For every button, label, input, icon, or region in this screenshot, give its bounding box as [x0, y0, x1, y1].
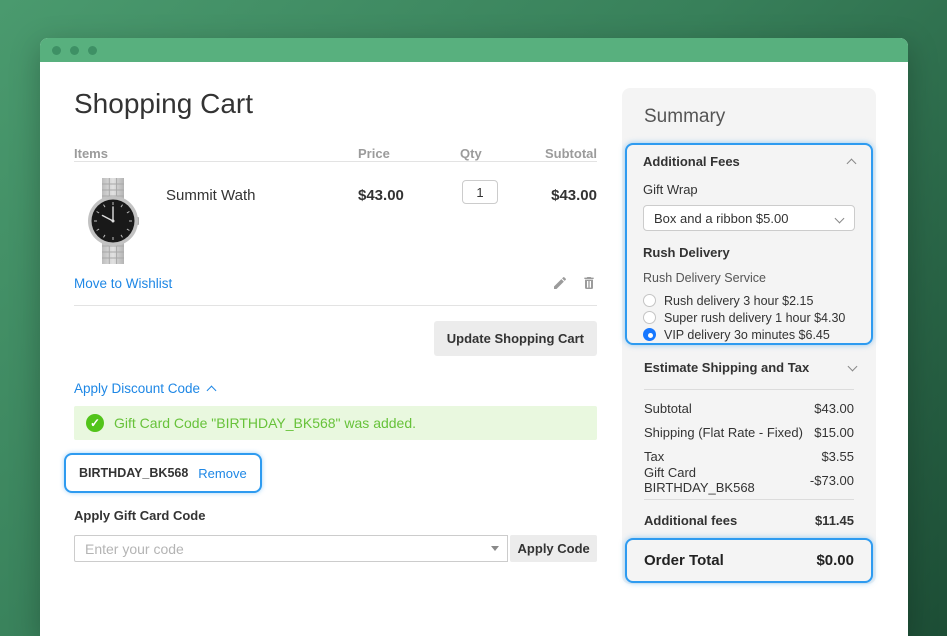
total-label: Tax — [644, 449, 664, 464]
column-qty: Qty — [460, 146, 482, 161]
radio-icon[interactable] — [643, 328, 656, 341]
gift-card-code: BIRTHDAY_BK568 — [79, 466, 188, 480]
apply-discount-code-link[interactable]: Apply Discount Code — [74, 381, 200, 396]
rush-option-3-label: VIP delivery 3o minutes $6.45 — [664, 328, 830, 342]
collapse-chevron-up-icon[interactable] — [847, 159, 857, 169]
product-image-watch — [86, 177, 140, 265]
page-title: Shopping Cart — [74, 88, 597, 120]
additional-fees-total-label: Additional fees — [644, 513, 737, 528]
rush-delivery-options: Rush delivery 3 hour $2.15 Super rush de… — [643, 292, 855, 343]
chevron-up-icon[interactable] — [207, 385, 217, 395]
gift-card-chip: BIRTHDAY_BK568 Remove — [64, 453, 262, 493]
radio-icon[interactable] — [643, 311, 656, 324]
gift-wrap-select[interactable]: Box and a ribbon $5.00 — [643, 205, 855, 231]
apply-discount-row: Apply Discount Code — [74, 380, 597, 396]
gift-wrap-selected-value: Box and a ribbon $5.00 — [654, 211, 788, 226]
window-maximize-icon[interactable] — [88, 46, 97, 55]
total-row-subtotal: Subtotal $43.00 — [644, 396, 854, 420]
total-value: -$73.00 — [810, 473, 854, 488]
success-message-banner: ✓ Gift Card Code "BIRTHDAY_BK568" was ad… — [74, 406, 597, 440]
additional-fees-title: Additional Fees — [643, 154, 740, 169]
gift-card-code-input[interactable] — [74, 535, 508, 562]
totals-list: Subtotal $43.00 Shipping (Flat Rate - Fi… — [644, 396, 854, 492]
rush-option-3[interactable]: VIP delivery 3o minutes $6.45 — [643, 326, 855, 343]
total-label: Subtotal — [644, 401, 692, 416]
order-total-label: Order Total — [644, 552, 724, 569]
rush-option-1-label: Rush delivery 3 hour $2.15 — [664, 294, 813, 308]
total-value: $43.00 — [814, 401, 854, 416]
cart-table-header: Items Price Qty Subtotal — [74, 146, 597, 162]
quantity-input[interactable] — [462, 180, 498, 204]
order-total-section: Order Total $0.00 — [625, 538, 873, 583]
column-subtotal: Subtotal — [545, 146, 597, 161]
rush-option-1[interactable]: Rush delivery 3 hour $2.15 — [643, 292, 855, 309]
summary-title: Summary — [644, 106, 725, 128]
move-to-wishlist-link[interactable]: Move to Wishlist — [74, 276, 172, 291]
item-action-icons — [552, 275, 597, 291]
delete-trash-icon[interactable] — [581, 275, 597, 291]
remove-gift-card-link[interactable]: Remove — [198, 466, 246, 481]
rush-delivery-title: Rush Delivery — [643, 245, 855, 260]
summary-divider — [644, 499, 854, 500]
window-titlebar — [40, 38, 908, 62]
gift-card-input-row: Apply Code — [74, 535, 597, 562]
item-subtotal: $43.00 — [551, 187, 597, 204]
select-chevron-down-icon — [835, 214, 845, 224]
total-row-gift-card: Gift Card BIRTHDAY_BK568 -$73.00 — [644, 468, 854, 492]
total-label: Shipping (Flat Rate - Fixed) — [644, 425, 803, 440]
product-name: Summit Wath — [166, 187, 255, 204]
gift-card-form-label: Apply Gift Card Code — [74, 508, 597, 523]
app-window: Shopping Cart Items Price Qty Subtotal — [40, 38, 908, 636]
cart-main: Shopping Cart Items Price Qty Subtotal — [74, 62, 597, 562]
additional-fees-total-value: $11.45 — [815, 513, 854, 528]
success-check-icon: ✓ — [86, 414, 104, 432]
window-minimize-icon[interactable] — [70, 46, 79, 55]
success-message-text: Gift Card Code "BIRTHDAY_BK568" was adde… — [114, 415, 416, 431]
gift-wrap-label: Gift Wrap — [643, 182, 855, 197]
column-items: Items — [74, 146, 108, 161]
apply-code-button[interactable]: Apply Code — [510, 535, 597, 562]
rush-option-2[interactable]: Super rush delivery 1 hour $4.30 — [643, 309, 855, 326]
column-price: Price — [358, 146, 390, 161]
total-label: Gift Card BIRTHDAY_BK568 — [644, 465, 810, 495]
dropdown-caret-icon[interactable] — [491, 546, 499, 551]
additional-fees-section: Additional Fees Gift Wrap Box and a ribb… — [625, 143, 873, 345]
update-shopping-cart-button[interactable]: Update Shopping Cart — [434, 321, 597, 356]
item-price: $43.00 — [358, 187, 404, 204]
total-value: $3.55 — [821, 449, 854, 464]
expand-chevron-down-icon[interactable] — [848, 362, 858, 372]
estimate-shipping-header[interactable]: Estimate Shipping and Tax — [644, 360, 856, 375]
edit-pencil-icon[interactable] — [552, 275, 568, 291]
additional-fees-total-row: Additional fees $11.45 — [644, 508, 854, 532]
item-actions-row: Move to Wishlist — [74, 275, 597, 291]
summary-panel: Summary Additional Fees Gift Wrap Box an… — [622, 88, 876, 584]
order-total-value: $0.00 — [816, 552, 854, 569]
update-cart-row: Update Shopping Cart — [74, 321, 597, 356]
rush-option-2-label: Super rush delivery 1 hour $4.30 — [664, 311, 845, 325]
total-row-shipping: Shipping (Flat Rate - Fixed) $15.00 — [644, 420, 854, 444]
code-input-wrap — [74, 535, 508, 562]
rush-delivery-service-label: Rush Delivery Service — [643, 271, 855, 285]
additional-fees-header[interactable]: Additional Fees — [643, 154, 855, 169]
estimate-shipping-title: Estimate Shipping and Tax — [644, 360, 809, 375]
radio-icon[interactable] — [643, 294, 656, 307]
total-value: $15.00 — [814, 425, 854, 440]
summary-divider — [644, 389, 854, 390]
page-body: Shopping Cart Items Price Qty Subtotal — [40, 62, 908, 636]
window-close-icon[interactable] — [52, 46, 61, 55]
cart-item-row: Summit Wath $43.00 $43.00 Move to Wishli… — [74, 162, 597, 306]
